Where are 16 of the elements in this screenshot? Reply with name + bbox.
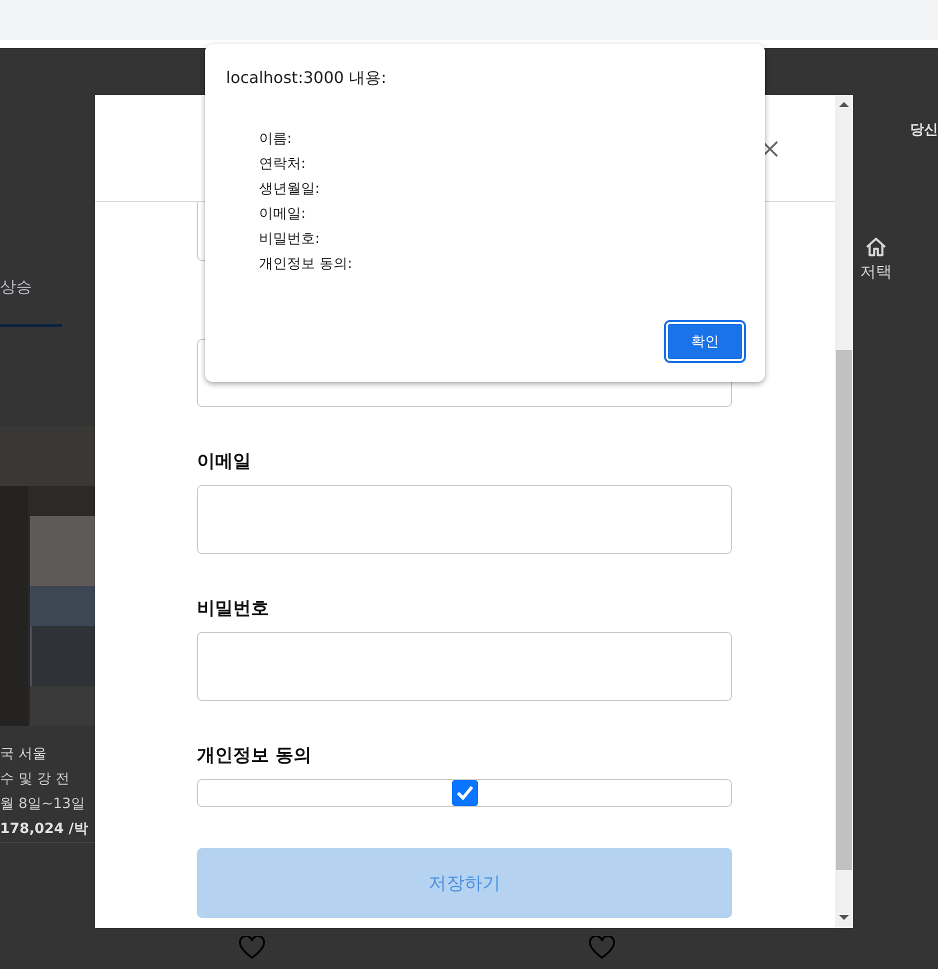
dialog-message: 이메일: — [259, 205, 307, 224]
dialog-message: 개인정보 동의: — [259, 255, 354, 274]
dialog-message: 이름: — [259, 130, 293, 149]
dialog-message: 연락처: — [259, 155, 307, 174]
dialog-message: 생년월일: — [259, 180, 321, 199]
listing-text: 수 및 강 전 — [0, 770, 70, 789]
field-label: 개인정보 동의 — [197, 745, 312, 767]
nav-label: 저택 — [860, 262, 892, 283]
dialog-title: localhost:3000 내용: — [226, 67, 388, 89]
field-label: 비밀번호 — [197, 598, 270, 620]
dialog-message: 비밀번호: — [259, 230, 321, 249]
header-text: 당신 — [910, 121, 938, 139]
listing-text: 178,024 /박 — [0, 820, 89, 839]
listing-text: 월 8일~13일 — [0, 795, 86, 814]
listing-text: 국 서울 — [0, 745, 48, 764]
field-label: 이메일 — [197, 451, 252, 473]
